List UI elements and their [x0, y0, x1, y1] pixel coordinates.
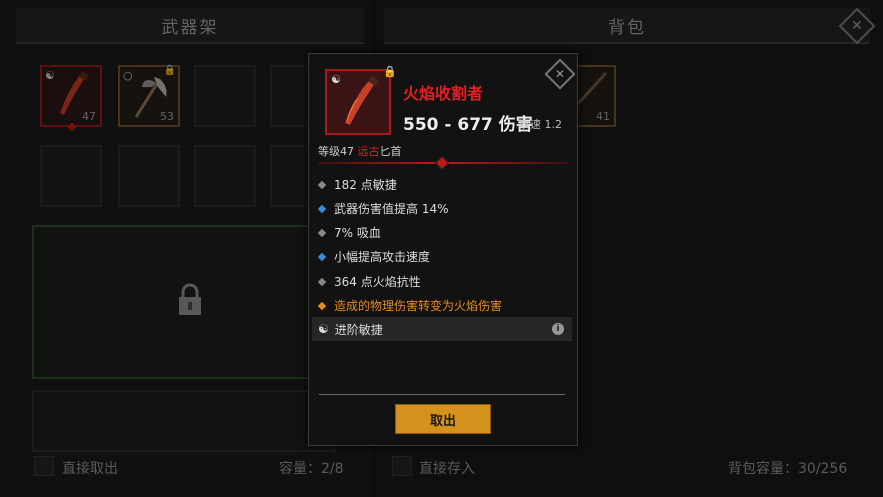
info-icon[interactable]: i [552, 323, 564, 335]
divider-diamond [434, 155, 450, 171]
legendary-stat-line: 造成的物理伤害转变为火焰伤害 [317, 297, 503, 314]
stat-line: 小幅提高攻击速度 [317, 248, 431, 265]
stat-text: 7% 吸血 [334, 226, 381, 240]
stat-line: 7% 吸血 [317, 224, 381, 241]
item-icon-frame: ☯ 🔒 [325, 65, 397, 135]
bullet-icon [317, 204, 327, 213]
stat-line: 364 点火焰抗性 [317, 273, 421, 290]
bullet-icon [317, 228, 327, 237]
item-name: 火焰收割者 [403, 84, 484, 103]
stat-text: 182 点敏捷 [334, 178, 397, 192]
stat-text: 小幅提高攻击速度 [334, 250, 431, 264]
yin-yang-icon: ☯ [318, 322, 329, 336]
item-type: 匕首 [379, 145, 402, 158]
item-damage: 550 - 677 伤害 [403, 115, 533, 135]
attack-speed: 攻速 1.2 [519, 118, 562, 131]
item-level-line: 等级47 远古匕首 [318, 143, 402, 159]
tooltip-close-icon[interactable]: ✕ [544, 58, 576, 90]
stat-text: 364 点火焰抗性 [334, 275, 421, 289]
stat-line: 182 点敏捷 [317, 176, 397, 193]
stat-line: 武器伤害值提高 14% [317, 200, 449, 217]
special-ability-text: 进阶敏捷 [334, 322, 383, 337]
item-tooltip: ☯ 🔒 火焰收割者 550 - 677 伤害 攻速 1.2 ✕ 等级47 远古匕… [308, 53, 578, 446]
bullet-icon [317, 301, 327, 310]
divider [319, 394, 565, 395]
special-ability-row[interactable]: ☯ 进阶敏捷 i [312, 317, 572, 341]
level-text: 等级47 [318, 145, 358, 158]
stat-text: 造成的物理伤害转变为火焰伤害 [334, 299, 503, 313]
take-out-button[interactable]: 取出 [395, 404, 491, 434]
bullet-icon [317, 252, 327, 261]
bullet-icon [317, 277, 327, 286]
bullet-icon [317, 180, 327, 189]
rarity-text: 远古 [357, 145, 380, 158]
dagger-icon [345, 75, 380, 125]
stat-text: 武器伤害值提高 14% [334, 202, 449, 216]
